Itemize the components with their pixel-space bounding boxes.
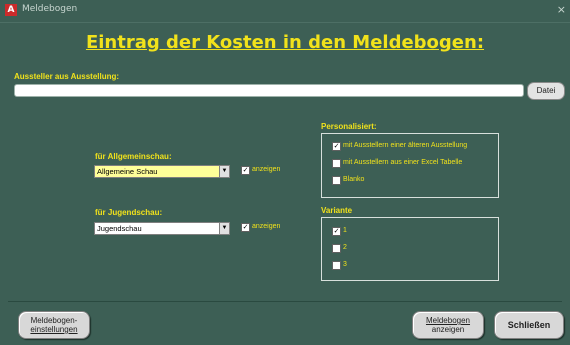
meldebogen-einstellungen-button[interactable]: Meldebogen- einstellungen (18, 311, 90, 339)
variante-group: ✓ 1 2 3 (321, 217, 499, 281)
allgemeinschau-select-value: Allgemeine Schau (97, 167, 158, 176)
variante-option-checkbox[interactable]: ✓ (332, 227, 341, 236)
jugendschau-select-value: Jugendschau (97, 224, 142, 233)
chevron-down-icon[interactable]: ▼ (219, 223, 229, 234)
jugendschau-select[interactable]: Jugendschau ▼ (94, 222, 230, 235)
personalisiert-option-checkbox[interactable]: ✓ (332, 142, 341, 151)
anzeigen-line1: Meldebogen (425, 316, 471, 325)
datei-button[interactable]: Datei (527, 82, 565, 100)
allgemeinschau-anzeigen-label: anzeigen (252, 166, 281, 173)
title-bar[interactable]: A Meldebogen × (0, 0, 570, 23)
personalisiert-option-checkbox[interactable] (332, 176, 341, 185)
variante-option-label: 1 (343, 227, 347, 234)
personalisiert-label: Personalisiert: (321, 122, 377, 131)
footer-divider (8, 301, 562, 302)
schliessen-button[interactable]: Schließen (494, 311, 564, 339)
page-heading: Eintrag der Kosten in den Meldebogen: (85, 32, 485, 53)
personalisiert-option-label: mit Ausstellern aus einer Excel Tabelle (343, 159, 463, 166)
anzeigen-line2: anzeigen (431, 325, 465, 334)
meldebogen-window: A Meldebogen × Eintrag der Kosten in den… (0, 0, 570, 345)
jugendschau-anzeigen-label: anzeigen (252, 223, 281, 230)
personalisiert-option-checkbox[interactable] (332, 159, 341, 168)
meldebogen-anzeigen-button[interactable]: Meldebogen anzeigen (412, 311, 484, 339)
personalisiert-option-label: Blanko (343, 176, 365, 183)
personalisiert-group: ✓ mit Ausstellern einer älteren Ausstell… (321, 133, 499, 198)
einstellungen-line2: einstellungen (30, 325, 78, 334)
app-icon: A (5, 4, 17, 16)
variante-label: Variante (321, 206, 353, 215)
variante-option-label: 2 (343, 244, 347, 251)
allgemeinschau-label: für Allgemeinschau: (95, 152, 172, 161)
close-icon[interactable]: × (557, 3, 566, 16)
chevron-down-icon[interactable]: ▼ (219, 166, 229, 177)
einstellungen-line1: Meldebogen- (30, 316, 78, 325)
window-title: Meldebogen (22, 4, 78, 14)
jugendschau-label: für Jugendschau: (95, 208, 163, 217)
variante-option-checkbox[interactable] (332, 244, 341, 253)
personalisiert-option-label: mit Ausstellern einer älteren Ausstellun… (343, 142, 468, 149)
jugendschau-anzeigen-checkbox[interactable]: ✓ (241, 223, 250, 232)
allgemeinschau-select[interactable]: Allgemeine Schau ▼ (94, 165, 230, 178)
aussteller-input[interactable] (14, 84, 524, 97)
allgemeinschau-anzeigen-checkbox[interactable]: ✓ (241, 166, 250, 175)
aussteller-label: Aussteller aus Ausstellung: (14, 72, 120, 81)
variante-option-label: 3 (343, 261, 347, 268)
variante-option-checkbox[interactable] (332, 261, 341, 270)
